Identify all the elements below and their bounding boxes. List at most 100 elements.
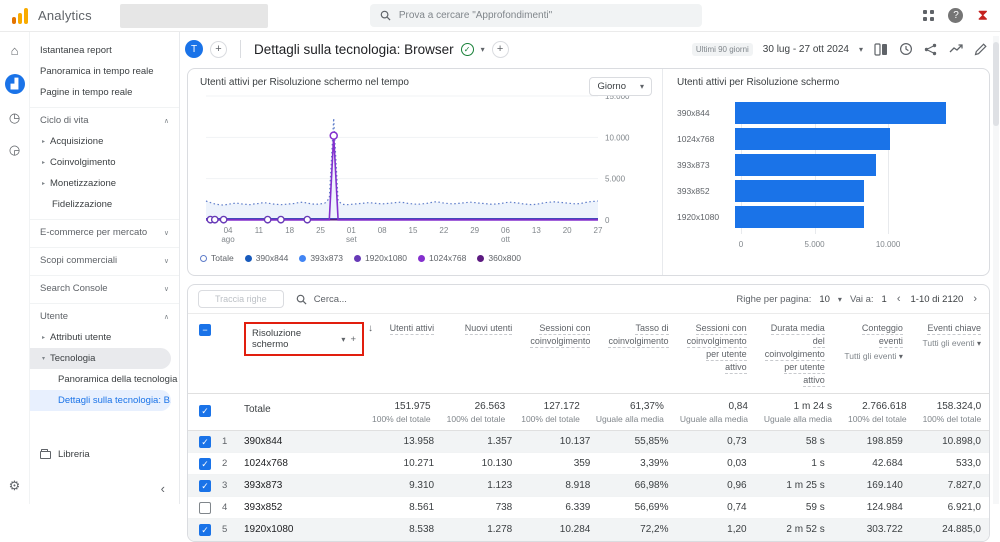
- admin-gear-icon[interactable]: ⚙: [6, 477, 23, 494]
- comparison-icon[interactable]: [873, 42, 888, 57]
- bar[interactable]: [735, 206, 864, 228]
- row-checkbox[interactable]: ✓: [199, 480, 211, 492]
- prev-page-icon[interactable]: ‹: [895, 293, 903, 305]
- sidebar-item-retention[interactable]: Fidelizzazione: [30, 194, 179, 215]
- svg-text:27: 27: [594, 226, 603, 235]
- next-page-icon[interactable]: ›: [971, 293, 979, 305]
- sidebar-item-library[interactable]: Libreria: [30, 443, 100, 466]
- triangle-icon: ▸: [42, 138, 45, 145]
- column-header[interactable]: Durata media del coinvolgimento per uten…: [755, 320, 833, 393]
- sidebar-item-snapshot[interactable]: Istantanea report: [30, 40, 179, 61]
- totals-checkbox[interactable]: ✓: [199, 405, 211, 417]
- reports-icon[interactable]: ▟: [5, 74, 25, 94]
- sidebar-item-realtime-pages[interactable]: Pagine in tempo reale: [30, 82, 179, 103]
- bar-axis-tick: 10.000: [876, 240, 900, 249]
- legend-item[interactable]: 393x873: [299, 253, 343, 263]
- advertising-icon[interactable]: ◶: [6, 141, 23, 158]
- column-header[interactable]: Sessioni con coinvolgimento: [520, 320, 598, 354]
- metric-cell: 10.130: [442, 458, 520, 469]
- sidebar-item-tech-details[interactable]: Dettagli sulla tecnologia: B...: [30, 390, 171, 411]
- add-report-button[interactable]: +: [492, 41, 509, 58]
- caret-down-icon[interactable]: ▾: [859, 45, 863, 54]
- add-dimension-icon[interactable]: +: [350, 334, 356, 345]
- legend-item[interactable]: 390x844: [245, 253, 289, 263]
- row-checkbox[interactable]: ✓: [199, 458, 211, 470]
- table-search[interactable]: Cerca...: [296, 294, 725, 305]
- sort-desc-icon[interactable]: ↓: [368, 322, 373, 337]
- legend-item[interactable]: 1024x768: [418, 253, 466, 263]
- bar[interactable]: [735, 128, 890, 150]
- collapse-sidebar-icon[interactable]: ‹: [161, 481, 165, 496]
- sidebar-item-tech-overview[interactable]: Panoramica della tecnologia: [30, 369, 179, 390]
- sidebar-section-user[interactable]: Utente∧: [30, 303, 179, 327]
- sidebar-item-realtime[interactable]: Panoramica in tempo reale: [30, 61, 179, 82]
- svg-text:25: 25: [316, 226, 325, 235]
- table-controls: Traccia righe Cerca... Righe per pagina:…: [188, 285, 989, 313]
- clock-icon[interactable]: [898, 42, 913, 57]
- svg-text:18: 18: [285, 226, 294, 235]
- search-bar[interactable]: Prova a cercare "Approfondimenti": [370, 4, 702, 27]
- sidebar-section-business-goals[interactable]: Scopi commerciali∨: [30, 247, 179, 271]
- sidebar-item-acquisition[interactable]: ▸Acquisizione: [30, 131, 179, 152]
- column-header[interactable]: ↓Utenti attivi: [364, 320, 442, 343]
- sidebar-item-tech[interactable]: ▾Tecnologia: [30, 348, 171, 369]
- row-number: 3: [222, 480, 244, 491]
- bar[interactable]: [735, 154, 876, 176]
- date-range-picker[interactable]: 30 lug - 27 ott 2024: [763, 44, 849, 55]
- select-all-checkbox[interactable]: −: [199, 324, 211, 336]
- pagination-range: 1-10 di 2120: [911, 294, 964, 305]
- line-chart[interactable]: 05.00010.00015.00004ago11182501set081522…: [200, 88, 652, 248]
- rows-per-page-value[interactable]: 10: [819, 294, 830, 305]
- dimension-header-highlighted[interactable]: Risoluzione schermo ▾ +: [244, 322, 364, 356]
- legend-item[interactable]: 1920x1080: [354, 253, 407, 263]
- legend-item[interactable]: Totale: [200, 253, 234, 263]
- home-icon[interactable]: ⌂: [6, 42, 23, 59]
- insights-icon[interactable]: [948, 42, 963, 57]
- bar-row: 1920x1080: [677, 206, 969, 228]
- page-scrollbar[interactable]: [993, 36, 999, 504]
- help-icon[interactable]: ?: [948, 8, 963, 23]
- row-checkbox[interactable]: ✓: [199, 436, 211, 448]
- row-number: 2: [222, 458, 244, 469]
- sidebar-section-ecommerce[interactable]: E-commerce per mercato∨: [30, 219, 179, 243]
- google-apps-icon[interactable]: [923, 10, 934, 21]
- bar[interactable]: [735, 102, 946, 124]
- trace-rows-button[interactable]: Traccia righe: [198, 290, 284, 308]
- column-header[interactable]: Nuovi utenti: [442, 320, 520, 341]
- sidebar-item-engagement[interactable]: ▸Coinvolgimento: [30, 152, 179, 173]
- hourglass-icon[interactable]: ⧗: [977, 8, 988, 23]
- sidebar-section-search-console[interactable]: Search Console∨: [30, 275, 179, 299]
- caret-down-icon[interactable]: ▾: [481, 45, 485, 54]
- sidebar-section-lifecycle[interactable]: Ciclo di vita∧: [30, 107, 179, 131]
- row-checkbox[interactable]: ✓: [199, 524, 211, 536]
- sidebar-item-monetization[interactable]: ▸Monetizzazione: [30, 173, 179, 194]
- search-icon: [296, 294, 307, 305]
- bar[interactable]: [735, 180, 864, 202]
- totals-cell: 26.563100% del totale: [439, 401, 514, 424]
- bar-chart[interactable]: 1920x1080393x852393x8731024x768390x844 0…: [677, 102, 975, 252]
- column-header[interactable]: Eventi chiaveTutti gli eventi ▾: [911, 320, 989, 356]
- search-placeholder: Prova a cercare "Approfondimenti": [399, 10, 552, 21]
- explore-icon[interactable]: ◷: [6, 109, 23, 126]
- table-totals-row: ✓ Totale 151.975100% del totale26.563100…: [188, 394, 989, 431]
- table-row: ✓1390x84413.9581.35710.13755,85%0,7358 s…: [188, 431, 989, 453]
- bar-category-label: 1920x1080: [677, 212, 735, 222]
- column-header[interactable]: Conteggio eventiTutti gli eventi ▾: [833, 320, 911, 369]
- metric-cell: 1.123: [442, 480, 520, 491]
- account-selector[interactable]: [120, 4, 268, 28]
- goto-value[interactable]: 1: [882, 294, 887, 305]
- legend-item[interactable]: 360x800: [477, 253, 521, 263]
- sidebar-item-user-attributes[interactable]: ▸Attributi utente: [30, 327, 179, 348]
- edit-pencil-icon[interactable]: [973, 42, 988, 57]
- share-icon[interactable]: [923, 42, 938, 57]
- interval-dropdown[interactable]: Giorno▾: [589, 77, 652, 96]
- add-comparison-button[interactable]: +: [210, 41, 227, 58]
- scrollbar-thumb[interactable]: [993, 42, 999, 126]
- metric-cell: 66,98%: [598, 480, 676, 491]
- check-badge-icon[interactable]: ✓: [461, 43, 474, 56]
- column-header[interactable]: Tasso di coinvolgimento: [598, 320, 676, 354]
- caret-down-icon[interactable]: ▾: [838, 295, 842, 304]
- column-header[interactable]: Sessioni con coinvolgimento per utente a…: [677, 320, 755, 380]
- avatar[interactable]: T: [185, 40, 203, 58]
- metric-cell: 24.885,0: [911, 524, 989, 535]
